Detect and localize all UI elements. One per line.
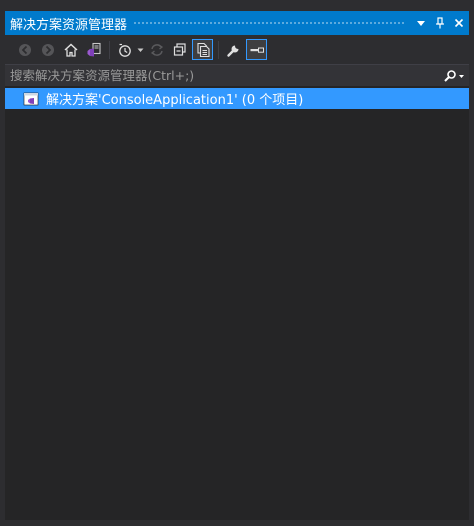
search-icon (444, 69, 464, 82)
collapse-all-icon (173, 42, 186, 56)
tree-item-solution[interactable]: 解决方案'ConsoleApplication1' (0 个项目) (5, 88, 469, 109)
pin-icon[interactable] (431, 14, 449, 32)
switch-views-button[interactable] (83, 39, 104, 60)
show-all-files-button[interactable] (192, 39, 213, 60)
toolbar-separator (109, 40, 110, 59)
properties-button[interactable] (223, 39, 244, 60)
forward-icon (41, 43, 54, 56)
sync-active-document-button[interactable] (146, 39, 167, 60)
home-icon (63, 42, 78, 57)
tree-item-label: 解决方案'ConsoleApplication1' (0 个项目) (46, 93, 304, 108)
window-title: 解决方案资源管理器 (10, 17, 128, 33)
toolbar (5, 35, 469, 64)
collapse-all-button[interactable] (169, 39, 190, 60)
preview-selected-items-button[interactable] (246, 39, 267, 60)
solution-icon (23, 91, 39, 107)
search-bar (5, 64, 469, 86)
title-bar[interactable]: 解决方案资源管理器 (5, 11, 469, 35)
preview-icon (250, 47, 264, 53)
search-input[interactable] (5, 65, 439, 86)
search-button[interactable] (439, 66, 469, 86)
home-button[interactable] (60, 39, 81, 60)
solution-tree: 解决方案'ConsoleApplication1' (0 个项目) (5, 86, 469, 520)
sync-icon (150, 43, 163, 56)
show-all-files-icon (196, 42, 210, 57)
toolbar-separator (218, 40, 219, 59)
visual-studio-icon (87, 42, 101, 56)
wrench-icon (226, 45, 238, 57)
dropdown-triangle-icon[interactable] (412, 14, 430, 32)
forward-button[interactable] (37, 39, 58, 60)
back-button[interactable] (14, 39, 35, 60)
close-icon[interactable] (450, 14, 468, 32)
pending-changes-filter-button[interactable] (114, 39, 135, 60)
back-icon (18, 43, 31, 56)
title-grip[interactable] (133, 20, 404, 26)
clock-icon (118, 43, 131, 57)
filter-dropdown-icon[interactable] (137, 39, 144, 60)
solution-explorer-window: 解决方案资源管理器 搜索解决方案资源管理器(Ctrl+;) 解决方案'Conso… (0, 0, 474, 526)
